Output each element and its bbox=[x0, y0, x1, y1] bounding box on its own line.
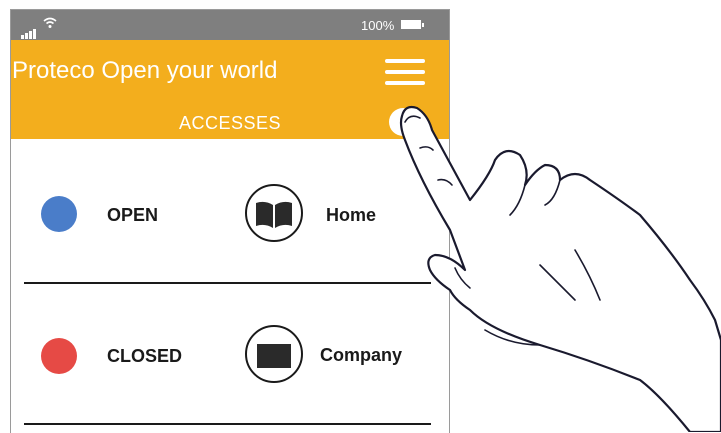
app-title: Proteco Open your world bbox=[12, 57, 278, 84]
pointing-hand-illustration bbox=[399, 105, 721, 432]
status-dot-closed bbox=[41, 338, 77, 374]
section-title: ACCESSES bbox=[179, 113, 282, 133]
status-label: CLOSED bbox=[107, 346, 183, 366]
battery-percent: 100% bbox=[361, 18, 395, 33]
book-icon bbox=[245, 184, 303, 242]
status-label: OPEN bbox=[107, 205, 159, 225]
status-bar: 100% bbox=[11, 10, 449, 40]
status-dot-open bbox=[41, 196, 77, 232]
building-icon bbox=[245, 325, 303, 383]
wifi-icon bbox=[43, 17, 57, 32]
signal-icon bbox=[21, 21, 37, 39]
menu-button[interactable] bbox=[385, 59, 425, 87]
battery-icon bbox=[401, 20, 424, 29]
